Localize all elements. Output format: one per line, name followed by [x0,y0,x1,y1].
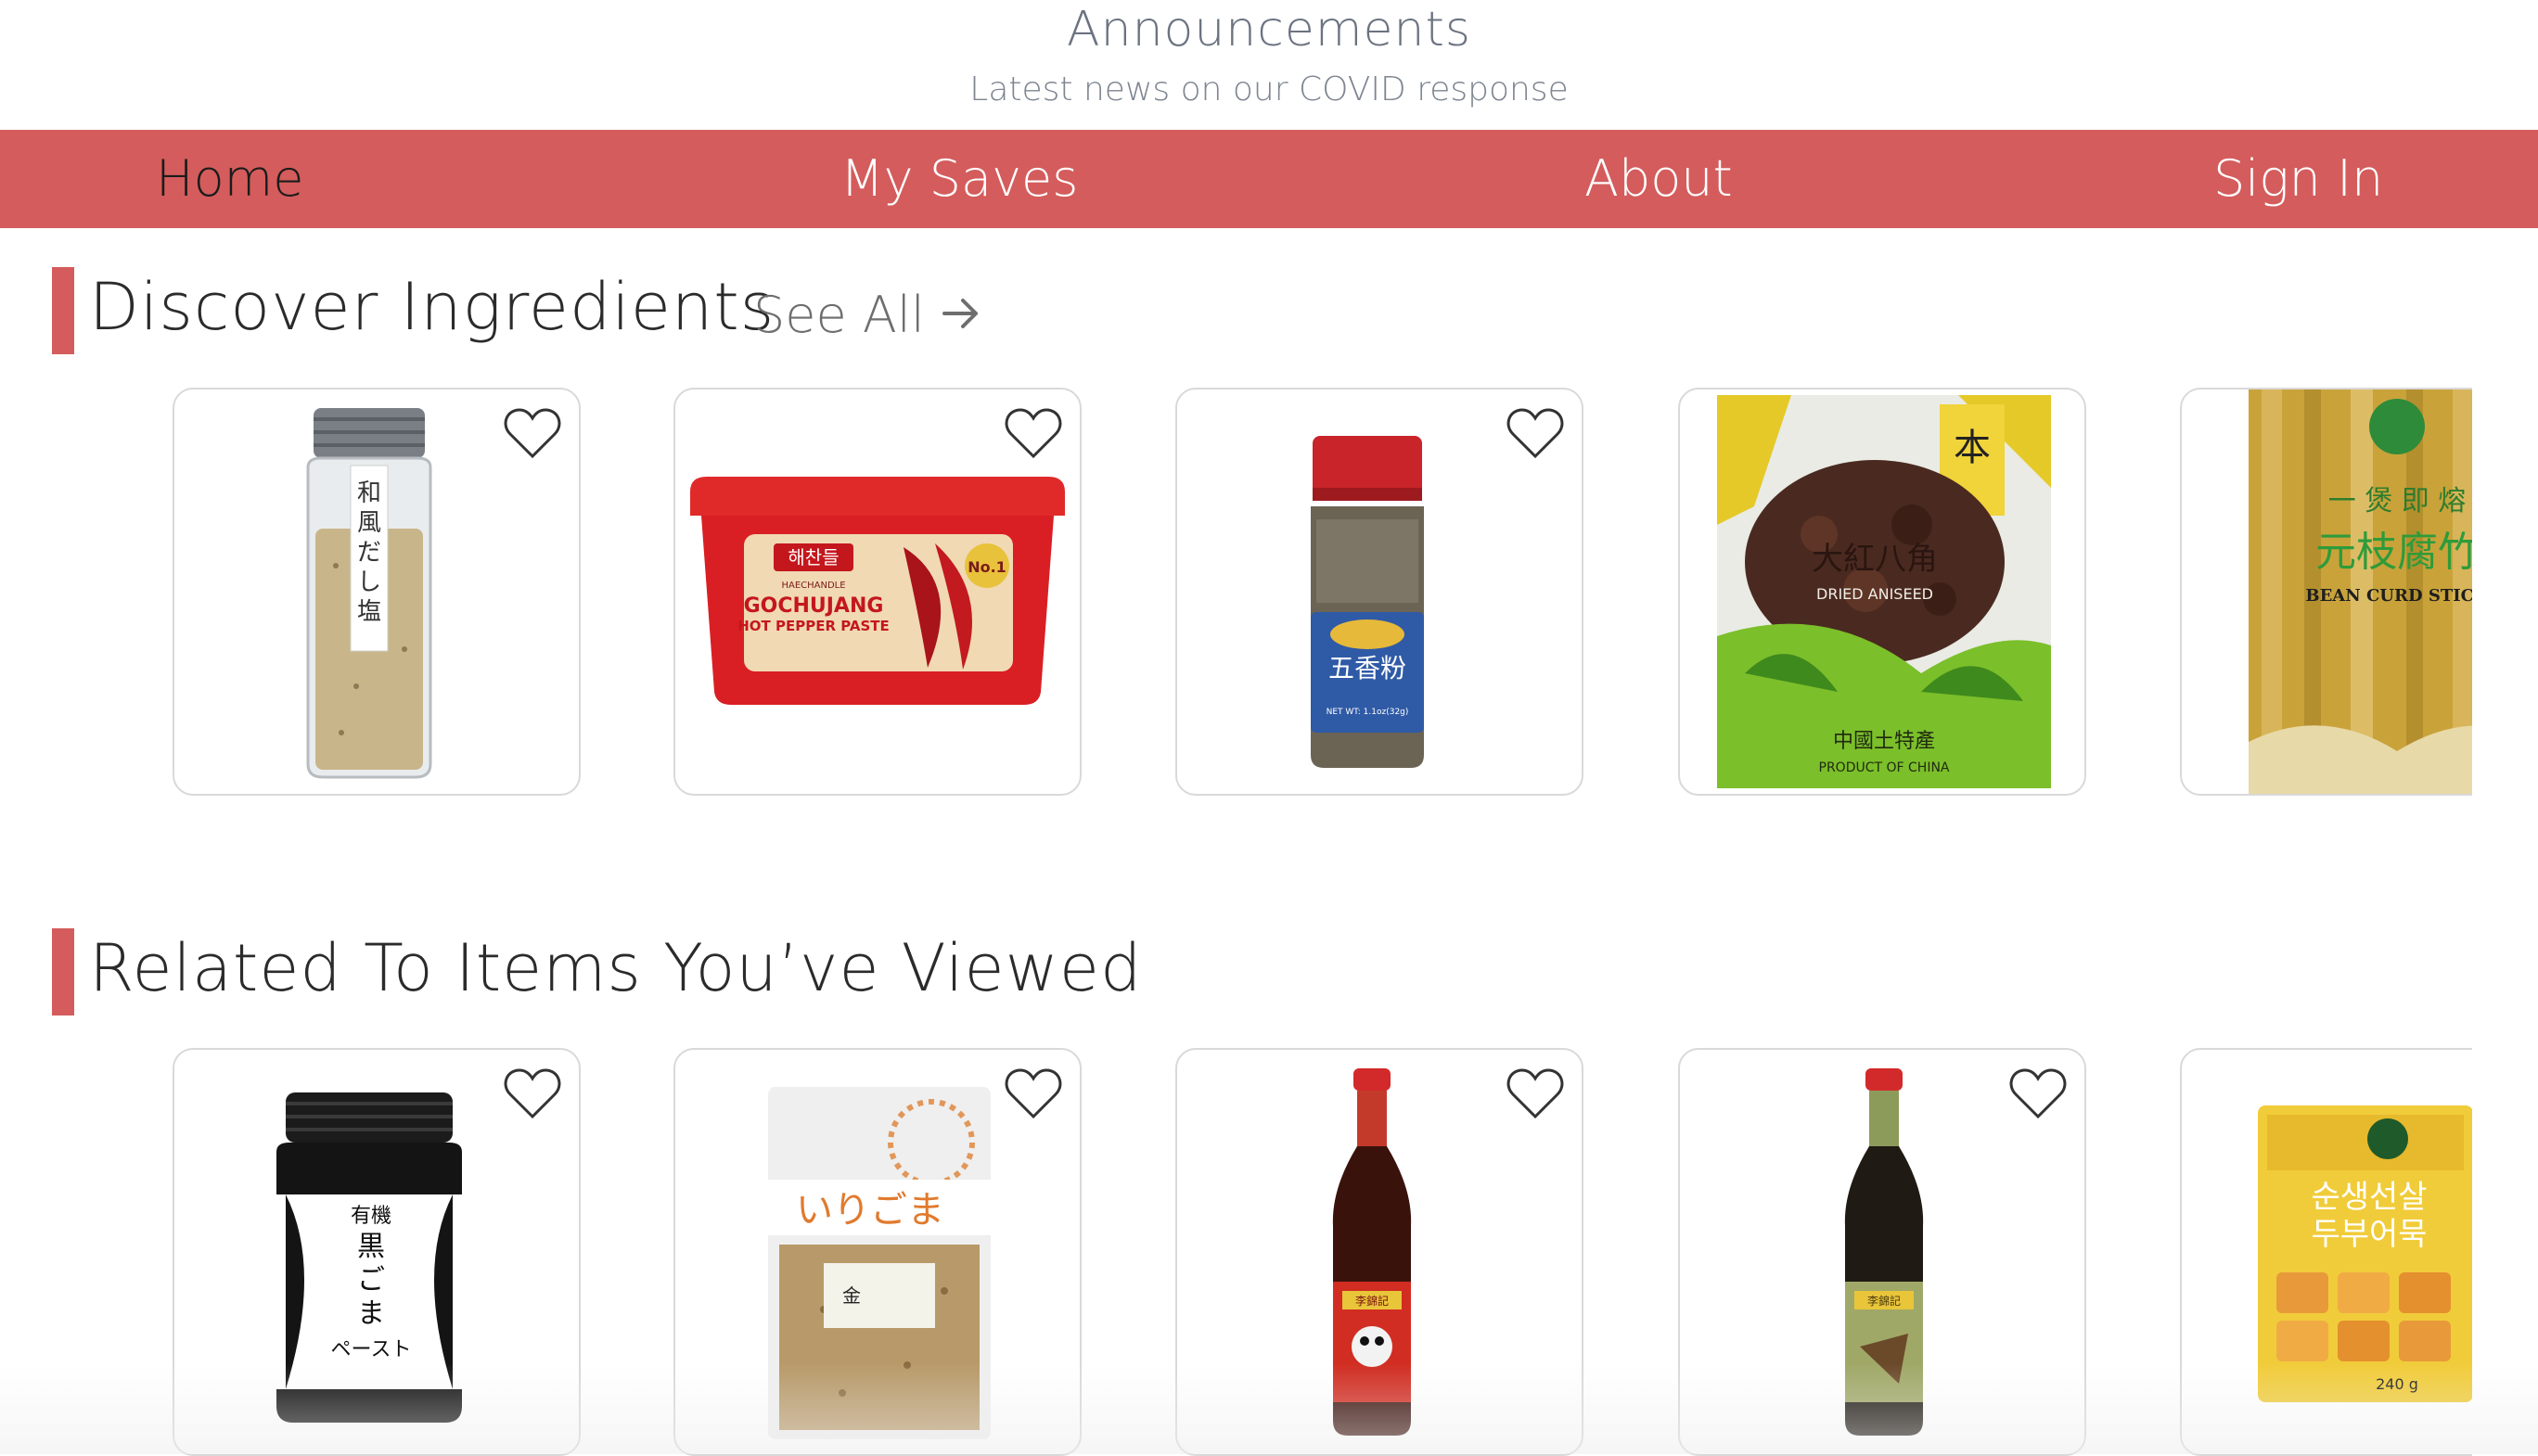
svg-text:黒: 黒 [357,1231,385,1263]
product-card[interactable]: 和 風 だ し 塩 [173,388,581,796]
related-carousel[interactable]: 有機 黒 ご ま ペースト いりごま 金 李錦記 李錦記 순생선살 두부어묵 2… [0,1048,2472,1456]
svg-text:和: 和 [357,479,381,507]
svg-text:本: 本 [1954,427,1991,469]
section-accent-bar [52,928,74,1015]
svg-text:李錦記: 李錦記 [1355,1294,1389,1308]
svg-text:240 g: 240 g [2376,1375,2418,1393]
svg-text:元枝腐竹: 元枝腐竹 [2315,529,2472,576]
svg-text:ま: ま [357,1297,385,1330]
see-all-link[interactable]: See All [753,286,981,344]
svg-text:NET WT: 1.1oz(32g): NET WT: 1.1oz(32g) [1327,708,1409,717]
black-sesame-paste-jar-image: 有機 黒 ご ま ペースト [276,1092,462,1423]
nav-item-about[interactable]: About [1584,130,1733,228]
svg-text:순생선살: 순생선살 [2311,1179,2427,1216]
svg-text:五香粉: 五香粉 [1328,653,1406,683]
svg-text:いりごま: いりごま [796,1189,944,1232]
svg-text:BEAN CURD STICK: BEAN CURD STICK [2305,586,2472,606]
announcement-title[interactable]: Announcements [0,2,2538,57]
svg-text:だ: だ [357,539,381,567]
nav-item-my-saves[interactable]: My Saves [840,130,1078,228]
nav-bar: Home My Saves About Sign In [0,130,2538,228]
section-accent-bar [52,267,74,354]
svg-text:塩: 塩 [357,598,381,626]
product-card[interactable]: 순생선살 두부어묵 240 g [2180,1048,2472,1456]
nav-item-sign-in[interactable]: Sign In [2213,130,2383,228]
oyster-sauce-bottle-image: 李錦記 [1332,1068,1412,1436]
discover-carousel[interactable]: 和 風 だ し 塩 해찬들 HAECHANDLE GOCHUJANG HOT P… [0,388,2472,796]
dried-aniseed-bag-image: 本 大紅八角 DRIED ANISEED 中國土特產 PRODUCT OF CH… [1717,395,2051,788]
product-card[interactable]: 五香粉 NET WT: 1.1oz(32g) [1175,388,1583,796]
product-card[interactable]: 李錦記 [1678,1048,2086,1456]
bean-curd-stick-bag-image: 一 煲 即 熔 元枝腐竹 BEAN CURD STICK [2249,390,2472,794]
heart-icon[interactable] [2008,1066,2068,1120]
svg-text:李錦記: 李錦記 [1867,1294,1901,1308]
svg-text:一 煲 即 熔: 一 煲 即 熔 [2328,485,2467,517]
product-card[interactable]: 一 煲 即 熔 元枝腐竹 BEAN CURD STICK [2180,388,2472,796]
svg-text:大紅八角: 大紅八角 [1812,541,1938,578]
svg-text:中國土特產: 中國土特產 [1833,730,1935,753]
heart-icon[interactable] [1506,406,1565,460]
svg-text:風: 風 [357,509,381,537]
product-card[interactable]: 李錦記 [1175,1048,1583,1456]
svg-text:No.1: No.1 [968,558,1006,576]
see-all-label: See All [753,286,925,344]
discover-section-title: Discover Ingredients [89,269,776,345]
arrow-right-icon [942,299,979,328]
svg-text:HOT PEPPER PASTE: HOT PEPPER PASTE [737,618,890,634]
svg-text:有機: 有機 [351,1205,391,1228]
roasted-sesame-bag-image: いりごま 金 [768,1087,991,1439]
marinade-bottle-image: 李錦記 [1844,1068,1924,1436]
svg-text:GOCHUJANG: GOCHUJANG [744,594,884,618]
svg-text:HAECHANDLE: HAECHANDLE [781,581,845,591]
product-card[interactable]: 有機 黒 ご ま ペースト [173,1048,581,1456]
svg-text:해찬들: 해찬들 [788,546,839,568]
svg-text:金: 金 [842,1284,861,1307]
heart-icon[interactable] [503,406,562,460]
five-spice-jar-image: 五香粉 NET WT: 1.1oz(32g) [1311,436,1424,768]
nav-item-home[interactable]: Home [156,130,303,228]
dashi-salt-jar-image: 和 風 だ し 塩 [306,408,432,779]
fish-cake-pack-image: 순생선살 두부어묵 240 g [2258,1105,2472,1402]
product-card[interactable]: いりごま 金 [673,1048,1082,1456]
heart-icon[interactable] [1506,1066,1565,1120]
product-card[interactable]: 本 大紅八角 DRIED ANISEED 中國土特產 PRODUCT OF CH… [1678,388,2086,796]
svg-text:ご: ご [357,1264,385,1296]
svg-text:し: し [357,568,381,596]
gochujang-tub-image: 해찬들 HAECHANDLE GOCHUJANG HOT PEPPER PAST… [690,477,1065,705]
product-card[interactable]: 해찬들 HAECHANDLE GOCHUJANG HOT PEPPER PAST… [673,388,1082,796]
svg-text:DRIED ANISEED: DRIED ANISEED [1816,585,1933,603]
heart-icon[interactable] [1004,1066,1063,1120]
announcement-banner[interactable]: Announcements Latest news on our COVID r… [0,0,2538,130]
heart-icon[interactable] [503,1066,562,1120]
announcement-subtitle[interactable]: Latest news on our COVID response [0,70,2538,109]
svg-text:두부어묵: 두부어묵 [2311,1216,2427,1253]
svg-text:ペースト: ペースト [331,1338,412,1361]
heart-icon[interactable] [1004,406,1063,460]
svg-text:PRODUCT OF CHINA: PRODUCT OF CHINA [1819,760,1950,775]
related-section-title: Related To Items You’ve Viewed [89,930,1143,1006]
